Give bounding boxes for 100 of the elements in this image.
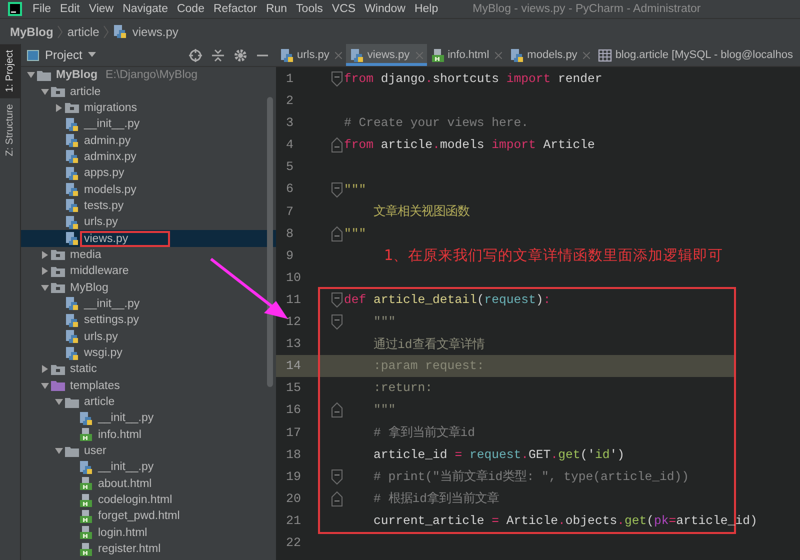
python-file-icon — [350, 48, 364, 62]
settings-icon[interactable] — [234, 48, 247, 62]
item-label: urls.py — [83, 330, 119, 345]
tree-item[interactable]: __init__.py — [21, 116, 144, 132]
folder-icon — [51, 264, 65, 278]
line-number: 17 — [285, 424, 302, 442]
tree-item[interactable]: wsgi.py — [21, 344, 126, 362]
project-view-selector[interactable]: Project — [45, 48, 82, 62]
python-file-icon — [65, 118, 79, 131]
python-file-icon — [65, 150, 79, 164]
scrollbar[interactable] — [267, 97, 273, 387]
item-label: wsgi.py — [83, 346, 124, 362]
folder-icon — [65, 396, 79, 409]
collapse-all-icon[interactable] — [212, 48, 224, 62]
menu-item[interactable]: Run — [261, 3, 292, 15]
item-label: info.html — [97, 428, 142, 443]
editor-tab[interactable]: blog.article [MySQL - blog@localhos — [594, 44, 797, 66]
tree-item[interactable]: forget_pwd.html — [21, 508, 184, 525]
code-line: 文章相关视图函数 — [372, 204, 470, 220]
dropdown-caret-icon[interactable] — [88, 52, 96, 58]
tree-item[interactable]: adminx.py — [21, 148, 140, 166]
folder-icon — [65, 101, 79, 114]
tree-item[interactable]: about.html — [21, 476, 156, 492]
html-file-icon — [79, 494, 93, 507]
fold-marker-icon[interactable] — [331, 137, 343, 154]
code-line: # print("当前文章id类型: ", type(article_id)) — [372, 468, 690, 486]
tree-item[interactable]: urls.py — [21, 328, 122, 345]
python-file-icon — [65, 330, 79, 344]
line-number: 9 — [285, 248, 295, 265]
tree-item[interactable]: login.html — [21, 524, 152, 541]
item-label: settings.py — [83, 313, 140, 328]
expand-arrow-icon[interactable] — [39, 380, 51, 391]
menu-item[interactable]: Help — [410, 3, 443, 15]
tree-item[interactable]: urls.py — [21, 214, 122, 230]
breadcrumb-item[interactable]: views.py — [132, 24, 178, 38]
tree-item[interactable]: __init__.py — [21, 296, 144, 312]
python-file-icon — [65, 314, 79, 327]
fold-marker-icon[interactable] — [331, 402, 343, 418]
fold-marker-icon[interactable] — [331, 182, 343, 198]
fold-marker-icon[interactable] — [331, 292, 343, 308]
tree-item[interactable]: article — [21, 394, 119, 410]
breadcrumb-item[interactable]: MyBlog — [10, 24, 54, 38]
menu-item[interactable]: File — [28, 3, 56, 15]
line-number: 16 — [285, 402, 302, 420]
line-number: 11 — [285, 292, 302, 309]
fold-marker-icon[interactable] — [331, 468, 343, 485]
tree-item[interactable]: models.py — [21, 181, 140, 198]
tree-item[interactable]: tests.py — [21, 198, 128, 214]
item-label: MyBlog — [69, 280, 110, 296]
editor-tab[interactable]: info.html — [426, 44, 506, 66]
python-file-icon — [65, 166, 79, 180]
folder-icon — [51, 379, 65, 392]
tree-item[interactable]: __init__.py — [21, 459, 158, 476]
item-label: register.html — [97, 542, 162, 558]
tree-item[interactable]: codelogin.html — [21, 492, 176, 508]
code-line: def article_detail(request): — [344, 292, 551, 307]
menu-item[interactable]: View — [84, 3, 118, 15]
tool-window-tab[interactable]: 1: Project — [0, 44, 20, 98]
line-number: 20 — [285, 490, 302, 508]
crosshair-icon[interactable] — [189, 48, 202, 62]
menu-item[interactable]: Window — [360, 3, 410, 15]
expand-arrow-icon[interactable] — [25, 70, 37, 80]
tree-item[interactable]: migrations — [21, 100, 142, 116]
tree-item[interactable]: user — [21, 442, 110, 460]
menu-item[interactable]: Tools — [292, 3, 328, 15]
tree-item[interactable]: settings.py — [21, 312, 143, 328]
tree-item[interactable]: admin.py — [21, 132, 135, 149]
editor-tab[interactable]: views.py — [346, 44, 427, 66]
tree-item[interactable]: MyBlog — [21, 279, 112, 296]
expand-arrow-icon[interactable] — [39, 86, 51, 97]
tree-item[interactable]: templates — [21, 378, 124, 394]
tree-item[interactable]: info.html — [21, 426, 146, 443]
line-number: 18 — [285, 446, 302, 464]
menu-item[interactable]: VCS — [327, 3, 360, 15]
menu-item[interactable]: Edit — [56, 3, 84, 15]
tree-item[interactable]: media — [21, 246, 106, 264]
tree-item[interactable]: apps.py — [21, 165, 128, 182]
tool-window-tab[interactable]: Z: Structure — [0, 98, 20, 162]
item-label: codelogin.html — [97, 493, 174, 508]
tree-item[interactable]: __init__.py — [21, 410, 158, 427]
tree-item[interactable]: static — [21, 361, 101, 378]
expand-arrow-icon[interactable] — [53, 446, 65, 456]
fold-marker-icon[interactable] — [331, 314, 343, 330]
menu-item[interactable]: Refactor — [208, 3, 262, 15]
fold-marker-icon[interactable] — [331, 490, 343, 507]
editor-tab[interactable]: models.py — [506, 44, 594, 66]
tree-item[interactable]: MyBlog E:\Django\MyBlog — [21, 67, 198, 84]
editor-tab[interactable]: urls.py — [276, 44, 346, 66]
fold-marker-icon[interactable] — [331, 71, 343, 88]
tree-item[interactable]: views.py — [21, 230, 276, 247]
menu-item[interactable]: Code — [172, 3, 209, 15]
tree-item[interactable]: middleware — [21, 263, 133, 280]
fold-marker-icon[interactable] — [331, 226, 343, 242]
tree-item[interactable]: article — [21, 83, 105, 100]
expand-arrow-icon[interactable] — [53, 397, 65, 408]
tree-item[interactable]: register.html — [21, 540, 165, 558]
breadcrumb-item[interactable]: article — [67, 24, 100, 38]
expand-arrow-icon[interactable] — [39, 282, 51, 293]
item-label: user — [83, 444, 108, 460]
menu-item[interactable]: Navigate — [118, 3, 172, 15]
